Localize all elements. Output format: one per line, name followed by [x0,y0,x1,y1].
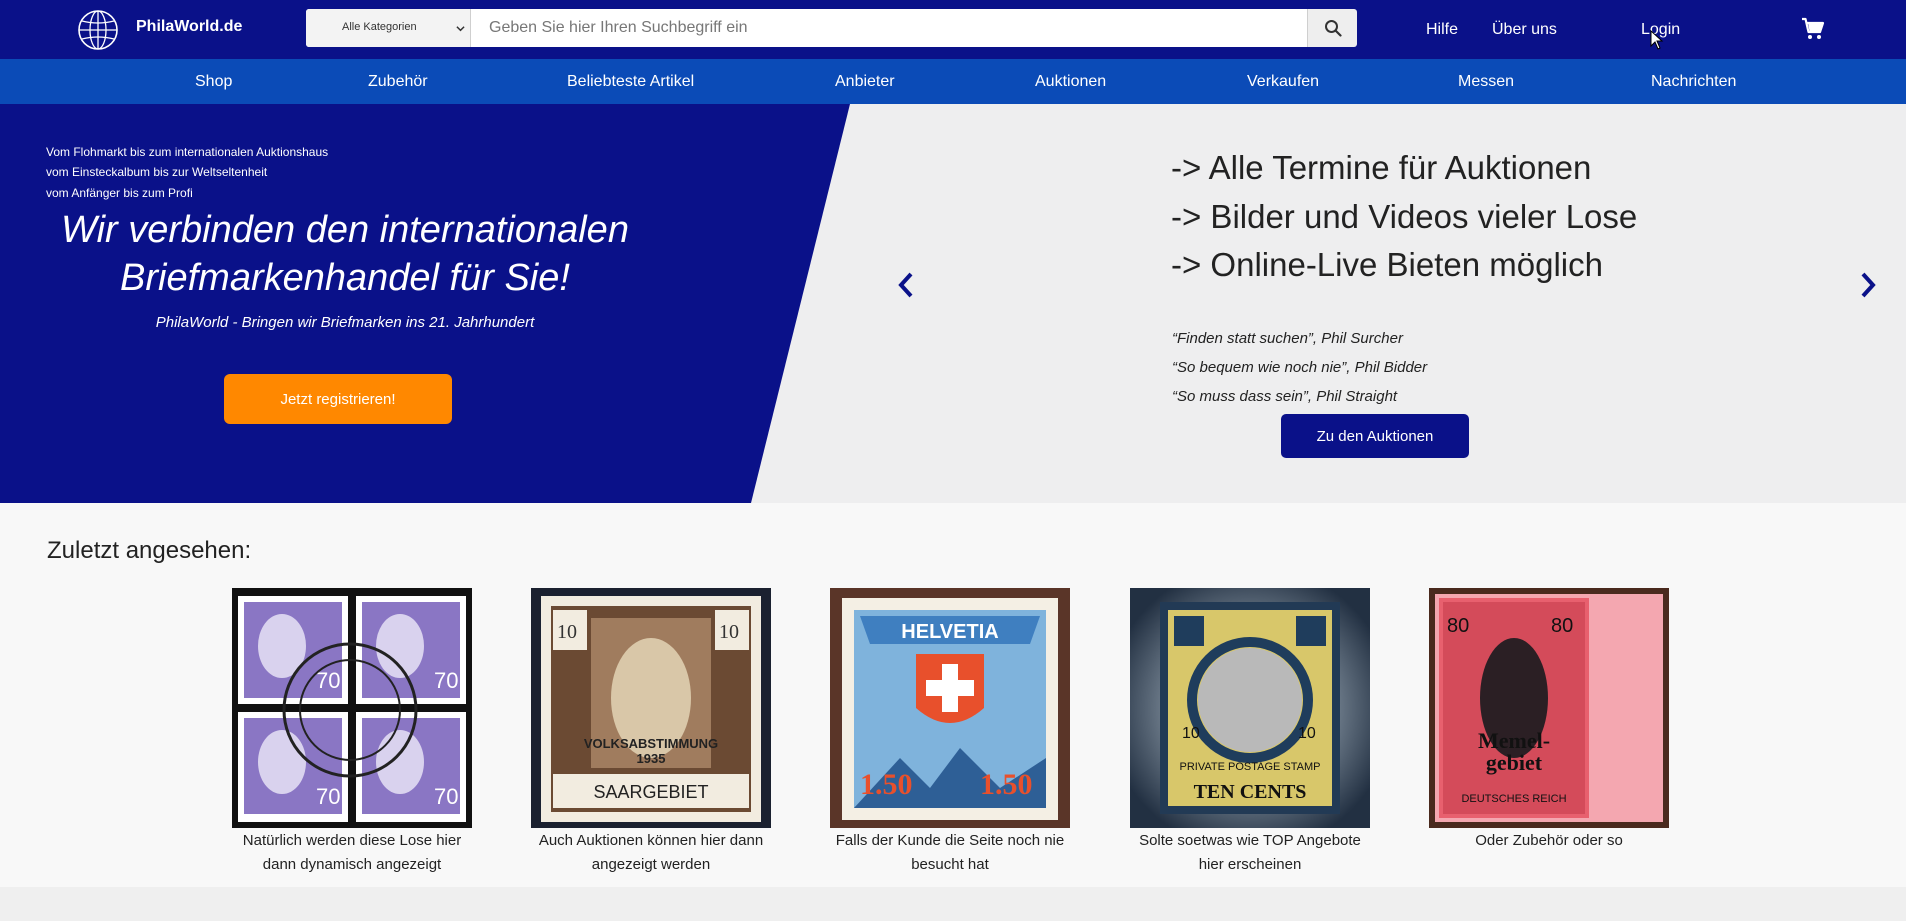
hero-banner: Vom Flohmarkt bis zum internationalen Au… [0,104,1906,503]
svg-text:DEUTSCHES REICH: DEUTSCHES REICH [1461,793,1566,805]
mouse-cursor-icon [1650,30,1664,50]
recent-item-card[interactable]: 70 70 70 70 Natürlich werden diese Lose … [232,588,472,877]
caption-line: Auch Auktionen können hier dann [538,832,764,849]
recent-item-caption: Oder Zubehör oder so [1419,829,1679,853]
svg-text:70: 70 [316,668,340,693]
hero-title: Wir verbinden den internationalen Briefm… [40,206,650,302]
caption-line: hier erscheinen [1198,856,1302,873]
hero-title-line-1: Wir verbinden den internationalen [61,209,629,251]
about-link[interactable]: Über uns [1492,21,1557,39]
top-bar: PhilaWorld.de Alle Kategorien Hilfe Über… [0,0,1906,59]
nav-item-messen[interactable]: Messen [1458,73,1514,91]
nav-item-anbieter[interactable]: Anbieter [835,73,895,91]
svg-text:70: 70 [316,784,340,809]
slide-bullet-2: -> Bilder und Videos vieler Lose [1171,198,1638,235]
caption-line: Solte soetwas wie TOP Angebote [1139,832,1361,849]
svg-text:70: 70 [434,668,458,693]
register-button[interactable]: Jetzt registrieren! [224,374,452,424]
search-input[interactable] [471,9,1295,47]
svg-text:80: 80 [1551,615,1573,637]
svg-text:gebiet: gebiet [1486,750,1543,775]
help-link[interactable]: Hilfe [1426,21,1458,39]
hero-tagline-1: Vom Flohmarkt bis zum internationalen Au… [46,145,329,159]
slide-quote-1: “Finden statt suchen”, Phil Surcher [1172,330,1403,347]
svg-text:70: 70 [434,784,458,809]
stamp-image[interactable]: HELVETIA 1.50 1.50 [830,588,1070,828]
slide-bullet-3: -> Online-Live Bieten möglich [1171,246,1603,283]
nav-item-beliebteste-artikel[interactable]: Beliebteste Artikel [567,73,694,91]
recent-item-card[interactable]: 10 10 SAARGEBIET VOLKSABSTIMMUNG 1935 Au… [531,588,771,877]
svg-text:SAARGEBIET: SAARGEBIET [593,782,708,802]
svg-text:PRIVATE POSTAGE STAMP: PRIVATE POSTAGE STAMP [1180,761,1321,773]
svg-text:HELVETIA: HELVETIA [901,621,998,643]
logo-text[interactable]: PhilaWorld.de [136,18,242,36]
svg-text:VOLKSABSTIMMUNG: VOLKSABSTIMMUNG [584,736,718,751]
cart-icon[interactable] [1801,17,1825,41]
svg-text:1.50: 1.50 [860,768,913,801]
carousel-next-icon[interactable] [1859,271,1877,299]
hero-tagline-2: vom Einsteckalbum bis zur Weltseltenheit [46,165,268,179]
to-auctions-button[interactable]: Zu den Auktionen [1281,414,1469,458]
nav-item-auktionen[interactable]: Auktionen [1035,73,1106,91]
recently-viewed-title: Zuletzt angesehen: [47,537,252,564]
caption-line: dann dynamisch angezeigt [262,856,442,873]
search-button[interactable] [1307,9,1357,47]
svg-text:10: 10 [1298,725,1316,742]
caption-line: besucht hat [911,856,989,873]
stamp-image[interactable]: 10 10 PRIVATE POSTAGE STAMP TEN CENTS [1130,588,1370,828]
main-nav: Shop Zubehör Beliebteste Artikel Anbiete… [0,59,1906,104]
recent-item-caption: Falls der Kunde die Seite noch nie besuc… [820,829,1080,877]
svg-text:80: 80 [1447,615,1469,637]
svg-text:TEN CENTS: TEN CENTS [1194,781,1307,803]
caption-line: angezeigt werden [591,856,711,873]
slide-quote-3: “So muss dass sein”, Phil Straight [1172,388,1398,405]
svg-text:1.50: 1.50 [980,768,1033,801]
search-bar: Alle Kategorien [306,9,1357,47]
nav-item-verkaufen[interactable]: Verkaufen [1247,73,1319,91]
recent-item-caption: Solte soetwas wie TOP Angebote hier ersc… [1120,829,1380,877]
caption-line: Oder Zubehör oder so [1475,832,1623,849]
globe-logo-icon[interactable] [77,9,119,51]
recent-item-card[interactable]: HELVETIA 1.50 1.50 Falls der Kunde die S… [830,588,1070,877]
hero-blue-panel [0,104,850,503]
svg-text:10: 10 [557,621,577,643]
recent-item-caption: Natürlich werden diese Lose hier dann dy… [222,829,482,877]
nav-item-zubehoer[interactable]: Zubehör [368,73,428,91]
caption-line: Natürlich werden diese Lose hier [242,832,462,849]
svg-text:1935: 1935 [637,751,666,766]
stamp-image[interactable]: 10 10 SAARGEBIET VOLKSABSTIMMUNG 1935 [531,588,771,828]
caption-line: Falls der Kunde die Seite noch nie [835,832,1065,849]
recent-item-caption: Auch Auktionen können hier dann angezeig… [521,829,781,877]
svg-text:10: 10 [719,621,739,643]
category-select-value: Alle Kategorien [342,21,417,33]
slide-bullet-1: -> Alle Termine für Auktionen [1171,149,1592,186]
recent-item-card[interactable]: 10 10 PRIVATE POSTAGE STAMP TEN CENTS So… [1130,588,1370,877]
nav-item-shop[interactable]: Shop [195,73,232,91]
svg-text:10: 10 [1182,725,1200,742]
recently-viewed-section: Zuletzt angesehen: 70 70 70 70 Natürlich… [0,503,1906,887]
chevron-down-icon [456,26,465,32]
slide-quote-2: “So bequem wie noch nie”, Phil Bidder [1172,359,1428,376]
hero-subtitle: PhilaWorld - Bringen wir Briefmarken ins… [155,314,535,331]
hero-title-line-2: Briefmarkenhandel für Sie! [120,257,570,299]
search-icon [1324,20,1342,37]
carousel-prev-icon[interactable] [897,271,915,299]
recent-item-card[interactable]: 80 80 Memel- gebiet DEUTSCHES REICH Oder… [1429,588,1669,853]
nav-item-nachrichten[interactable]: Nachrichten [1651,73,1736,91]
stamp-image[interactable]: 80 80 Memel- gebiet DEUTSCHES REICH [1429,588,1669,828]
hero-tagline-3: vom Anfänger bis zum Profi [46,186,193,200]
stamp-image[interactable]: 70 70 70 70 [232,588,472,828]
category-select[interactable]: Alle Kategorien [306,9,471,47]
